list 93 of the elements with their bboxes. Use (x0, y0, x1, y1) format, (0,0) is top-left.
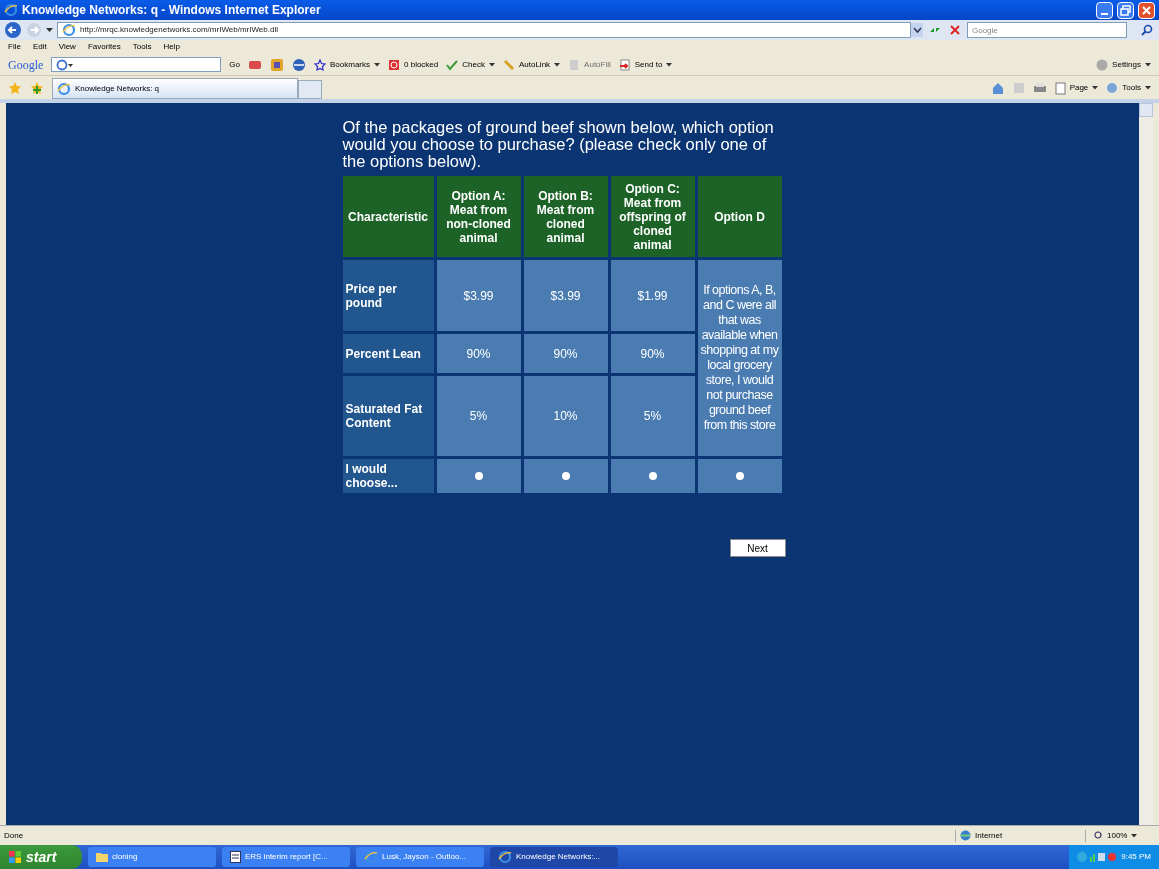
caret-icon (1145, 86, 1151, 90)
row-label: I would choose... (342, 459, 434, 493)
windows-logo-icon (8, 850, 22, 864)
question-text: Of the packages of ground beef shown below, which option would you choose to purchase? (please check only one of the options below). (342, 119, 775, 170)
back-button[interactable] (4, 21, 22, 39)
search-field[interactable]: Google (967, 22, 1127, 38)
settings-button[interactable]: Settings (1096, 58, 1151, 71)
scrollbar[interactable] (1139, 103, 1153, 825)
table-cell: 90% (610, 334, 695, 373)
ie-icon (498, 850, 512, 864)
toolbar-button[interactable]: Bookmarks (314, 58, 380, 71)
table-cell: 90% (523, 334, 608, 373)
ie-icon (57, 81, 71, 96)
table-cell: If options A, B, and C were all that was available when shopping at my local grocery store, I would not purchase ground beef from this store (697, 260, 782, 456)
column-header: Option D (697, 176, 782, 257)
table-cell: $1.99 (610, 260, 695, 331)
toolbar-button[interactable]: Check (446, 58, 495, 71)
menu-item[interactable]: Edit (32, 41, 47, 53)
search-icon[interactable] (1139, 22, 1155, 38)
toolbar-button[interactable]: 0 blocked (388, 58, 439, 71)
add-favorite-icon[interactable] (30, 81, 44, 95)
table-cell: $3.99 (436, 260, 521, 331)
close-button[interactable] (1138, 1, 1155, 19)
document-icon (230, 851, 241, 863)
google-logo: Google (8, 56, 44, 74)
folder-icon (96, 852, 108, 862)
window-title: Knowledge Networks: q - Windows Internet Explorer (22, 2, 322, 19)
globe-icon (960, 830, 971, 841)
caret-icon (1092, 86, 1099, 90)
menu-item[interactable]: Help (163, 41, 180, 53)
check-icon (446, 58, 459, 71)
toolbar-button[interactable]: AutoLink (502, 58, 561, 71)
send-icon (618, 58, 631, 71)
page-icon (62, 23, 76, 37)
browser-tab[interactable]: Knowledge Networks: q (52, 78, 298, 99)
column-header: Option B: Meat from cloned animal (523, 176, 608, 257)
print-icon[interactable] (1032, 82, 1047, 94)
ie-icon (4, 3, 18, 17)
zoom-button[interactable]: 100% (1085, 829, 1155, 842)
start-button[interactable]: start (0, 845, 82, 869)
table-cell: 10% (523, 376, 608, 456)
zone-indicator: Internet (955, 829, 1085, 842)
ie-icon (364, 850, 378, 864)
radio-button[interactable] (561, 472, 570, 480)
minimize-icon (1101, 12, 1108, 15)
minimize-button[interactable] (1096, 1, 1113, 19)
restore-icon (1118, 2, 1133, 18)
row-label: Percent Lean (342, 334, 434, 373)
url-text: http://mrqc.knowledgenetworks.com/mrIWeb/mrIWeb.dll (80, 24, 278, 36)
page-icon (1054, 81, 1066, 95)
radio-button[interactable] (648, 472, 657, 480)
dropdown-icon[interactable] (911, 23, 923, 37)
taskbar-button[interactable]: cloning (88, 847, 216, 867)
table-cell: 5% (610, 376, 695, 456)
go-button[interactable]: Go (229, 58, 240, 71)
caret-icon (1145, 62, 1151, 67)
blocked-icon (388, 58, 400, 71)
taskbar-button[interactable]: Knowledge Networks:... (490, 847, 618, 867)
menu-item[interactable]: Tools (132, 41, 152, 53)
menu-item[interactable]: Favorites (87, 41, 121, 53)
menu-item[interactable]: View (58, 41, 76, 53)
clock-text: 9:45 PM (1121, 851, 1151, 863)
table-cell: $3.99 (523, 260, 608, 331)
column-header: Characteristic (342, 176, 434, 257)
zoom-icon (1094, 831, 1103, 840)
radio-button[interactable] (474, 472, 483, 480)
toolbar-search-field[interactable] (51, 57, 222, 72)
column-header: Option A: Meat from non-cloned animal (436, 176, 521, 257)
taskbar-button[interactable]: ERS interim report [C... (222, 847, 350, 867)
status-text: Done (4, 829, 25, 842)
next-button[interactable]: Next (729, 539, 786, 557)
address-field[interactable]: http://mrqc.knowledgenetworks.com/mrIWeb/mrIWeb.dll (57, 22, 911, 38)
command-button[interactable]: Tools (1106, 82, 1151, 94)
globe-icon[interactable] (292, 57, 306, 72)
row-label: Price per pound (342, 260, 434, 331)
row-label: Saturated Fat Content (342, 376, 434, 456)
restore-button[interactable] (1117, 1, 1134, 19)
taskbar-button[interactable]: Lusk, Jayson - Outloo... (356, 847, 484, 867)
home-icon[interactable] (990, 81, 1005, 95)
star-icon (314, 58, 326, 71)
caret-icon (1131, 833, 1138, 838)
table-cell: 5% (436, 376, 521, 456)
toolbar-icon[interactable] (248, 58, 262, 71)
google-g-icon (56, 58, 75, 71)
toolbar-button[interactable]: Send to (618, 58, 673, 71)
menu-item[interactable]: File (8, 41, 21, 53)
tray-icons-drawing (1077, 851, 1118, 863)
toolbar-icon[interactable] (270, 57, 284, 72)
table-cell: 90% (436, 334, 521, 373)
command-button[interactable]: Page (1054, 81, 1099, 95)
column-header: Option C: Meat from offspring of cloned animal (610, 176, 695, 257)
radio-button[interactable] (735, 472, 744, 480)
caret-icon[interactable] (46, 27, 53, 33)
